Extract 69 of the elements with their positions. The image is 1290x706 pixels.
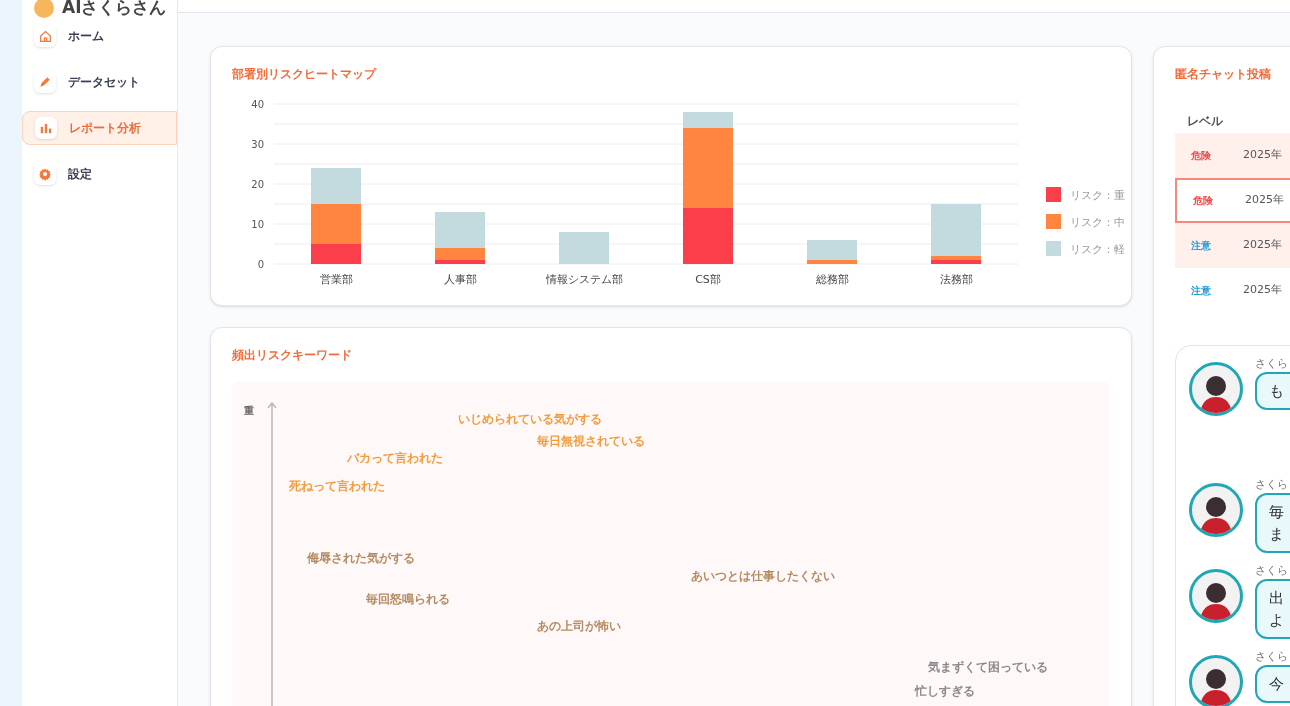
category-label: 人事部 [443, 273, 477, 286]
pencil-icon [38, 75, 52, 89]
legend-swatch [1046, 241, 1061, 256]
bar-segment [559, 232, 609, 264]
date-cell: 2025年 [1245, 192, 1284, 209]
legend-swatch [1046, 214, 1061, 229]
keyword: 侮辱された気がする [307, 550, 415, 567]
column-header: レベル [1187, 114, 1223, 128]
legend-swatch [1046, 187, 1061, 202]
keyword: あの上司が怖い [537, 618, 621, 635]
keyword: 毎日無視されている [537, 433, 645, 450]
axis-tick-label: 20 [251, 179, 264, 190]
home-icon [38, 29, 52, 43]
level-label: 危険 [1193, 194, 1213, 208]
date-cell: 2025年 [1243, 282, 1282, 299]
level-label: 注意 [1191, 284, 1211, 298]
bar-segment [311, 168, 361, 204]
table-row[interactable]: 注意 2025年 [1175, 223, 1290, 268]
keyword: バカって言われた [347, 450, 443, 467]
message-line: 今 [1269, 674, 1284, 695]
sender-name: さくら [1255, 565, 1289, 577]
bar-segment [683, 208, 733, 264]
category-label: 営業部 [319, 273, 353, 286]
date-cell: 2025年 [1243, 147, 1282, 164]
keyword: あいつとは仕事したくない [691, 568, 835, 585]
message-line: よ [1269, 610, 1284, 631]
card-title: 匿名チャット投稿 [1175, 66, 1272, 83]
logo-icon [34, 0, 54, 18]
app-title: AIさくらさん [62, 0, 167, 20]
keyword: いじめられている気がする [458, 411, 602, 428]
axis-tick-label: 30 [251, 139, 264, 150]
sidebar-item[interactable]: ホーム [22, 19, 177, 53]
keyword: 死ねって言われた [289, 478, 385, 495]
sender-name: さくら [1255, 651, 1289, 663]
sender-name: さくら [1255, 358, 1289, 370]
table-row[interactable]: 危険 2025年 [1175, 133, 1290, 178]
category-label: 総務部 [815, 273, 849, 286]
message-line: 出 [1269, 588, 1284, 609]
sidebar-item[interactable]: 設定 [22, 157, 177, 191]
table-row[interactable]: 危険 2025年 [1175, 178, 1290, 223]
keyword: 忙しすぎる [915, 683, 975, 700]
date-cell: 2025年 [1243, 237, 1282, 254]
category-label: 情報システム部 [545, 273, 623, 286]
gear-icon [38, 167, 52, 181]
sidebar-item[interactable]: データセット [22, 65, 177, 99]
category-label: CS部 [695, 273, 721, 286]
level-label: 注意 [1191, 239, 1211, 253]
axis-tick-label: 10 [251, 219, 264, 230]
legend-label: リスク：軽 [1070, 243, 1125, 256]
avatar [1189, 655, 1243, 706]
legend-label: リスク：中 [1070, 216, 1125, 229]
level-label: 危険 [1191, 149, 1211, 163]
message-line: ま [1269, 524, 1284, 545]
avatar [1189, 362, 1243, 416]
message-line: 毎 [1269, 502, 1284, 523]
avatar [1189, 569, 1243, 623]
keyword: 気まずくて困っている [928, 659, 1048, 676]
bar-chart-icon [39, 121, 53, 135]
axis-tick-label: 40 [251, 99, 264, 110]
legend-label: リスク：重 [1070, 189, 1125, 202]
avatar [1189, 483, 1243, 537]
card-title: 頻出リスクキーワード [232, 347, 353, 364]
axis-tick-label: 0 [257, 259, 264, 270]
message-line: も [1269, 381, 1284, 402]
axis-label: 重 [244, 404, 254, 418]
card-title: 部署別リスクヒートマップ [232, 66, 378, 83]
category-label: 法務部 [939, 273, 973, 286]
sender-name: さくら [1255, 479, 1289, 491]
keyword: 毎回怒鳴られる [366, 591, 450, 608]
